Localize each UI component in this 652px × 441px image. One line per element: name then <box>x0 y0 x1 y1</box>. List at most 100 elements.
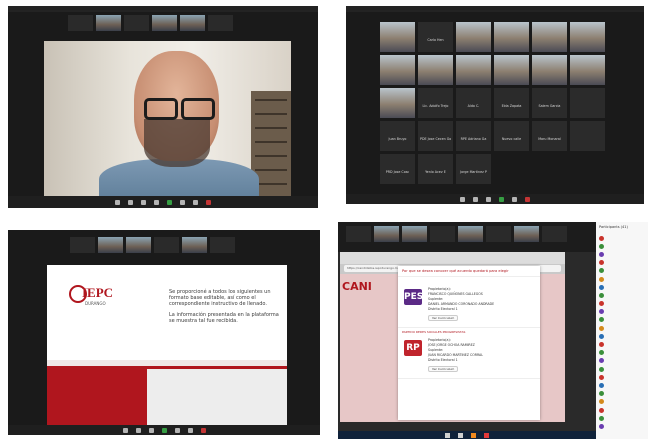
video-thumbnail[interactable] <box>96 15 121 31</box>
gallery-tile[interactable] <box>456 22 491 52</box>
participants-button[interactable] <box>148 427 154 433</box>
participant-item[interactable] <box>596 308 648 316</box>
participant-item[interactable] <box>596 357 648 365</box>
participant-avatar <box>599 399 604 405</box>
leave-button[interactable] <box>200 427 206 433</box>
gallery-tile[interactable]: RPE Adriano Ga <box>456 121 491 151</box>
video-thumbnail[interactable] <box>210 237 235 253</box>
gallery-tile[interactable]: Aldo C. <box>456 88 491 118</box>
mute-button[interactable] <box>445 432 450 438</box>
participant-item[interactable] <box>596 300 648 308</box>
participant-item[interactable] <box>596 332 648 340</box>
share-screen-button[interactable] <box>471 432 476 438</box>
participant-item[interactable] <box>596 324 648 332</box>
gallery-tile[interactable] <box>380 88 415 118</box>
participant-item[interactable] <box>596 283 648 291</box>
participant-item[interactable] <box>596 267 648 275</box>
participant-item[interactable] <box>596 381 648 389</box>
gallery-tile[interactable]: PDE Jose Cecen Go <box>418 121 453 151</box>
participant-item[interactable] <box>596 259 648 267</box>
participant-item[interactable] <box>596 365 648 373</box>
share-screen-button[interactable] <box>167 199 172 205</box>
participant-item[interactable] <box>596 242 648 250</box>
participant-item[interactable] <box>596 414 648 422</box>
video-thumbnail[interactable] <box>346 226 371 242</box>
gallery-tile[interactable] <box>570 88 605 118</box>
video-thumbnail[interactable] <box>154 237 179 253</box>
video-button[interactable] <box>473 196 478 202</box>
gallery-tile[interactable]: Nuevo calle <box>494 121 529 151</box>
participant-item[interactable] <box>596 390 648 398</box>
participant-item[interactable] <box>596 373 648 381</box>
chat-button[interactable] <box>180 199 185 205</box>
video-thumbnail[interactable] <box>458 226 483 242</box>
chat-button[interactable] <box>512 196 517 202</box>
video-thumbnail[interactable] <box>98 237 123 253</box>
gallery-tile[interactable]: Lic. Adolfo Trejo <box>418 88 453 118</box>
mute-button[interactable] <box>122 427 128 433</box>
gallery-tile[interactable] <box>570 22 605 52</box>
mute-button[interactable] <box>460 196 465 202</box>
participant-item[interactable] <box>596 422 648 430</box>
video-thumbnail[interactable] <box>514 226 539 242</box>
video-thumbnail[interactable] <box>180 15 205 31</box>
participant-item[interactable] <box>596 406 648 414</box>
curriculum-button[interactable]: Ver Curriculum <box>428 366 459 372</box>
participant-item[interactable] <box>596 349 648 357</box>
gallery-tile[interactable] <box>380 55 415 85</box>
video-thumbnail[interactable] <box>430 226 455 242</box>
share-screen-button[interactable] <box>499 196 504 202</box>
participant-item[interactable] <box>596 291 648 299</box>
video-thumbnail[interactable] <box>126 237 151 253</box>
video-thumbnail[interactable] <box>402 226 427 242</box>
video-thumbnail[interactable] <box>182 237 207 253</box>
participant-item[interactable] <box>596 398 648 406</box>
gallery-tile[interactable] <box>532 55 567 85</box>
participants-button[interactable] <box>154 199 159 205</box>
participant-item[interactable] <box>596 340 648 348</box>
leave-button[interactable] <box>484 432 489 438</box>
leave-button[interactable] <box>525 196 530 202</box>
participant-item[interactable] <box>596 316 648 324</box>
video-thumbnail[interactable] <box>70 237 95 253</box>
gallery-tile[interactable] <box>570 121 605 151</box>
gallery-tile[interactable] <box>380 22 415 52</box>
participant-item[interactable] <box>596 234 648 242</box>
gallery-tile[interactable]: Carlo Hen <box>418 22 453 52</box>
video-thumbnail[interactable] <box>542 226 567 242</box>
participant-item[interactable] <box>596 250 648 258</box>
video-thumbnail[interactable] <box>124 15 149 31</box>
security-button[interactable] <box>141 199 146 205</box>
chat-button[interactable] <box>174 427 180 433</box>
video-thumbnail[interactable] <box>68 15 93 31</box>
gallery-tile[interactable] <box>456 55 491 85</box>
record-button[interactable] <box>193 199 198 205</box>
gallery-tile[interactable] <box>532 22 567 52</box>
gallery-tile[interactable] <box>494 55 529 85</box>
participant-item[interactable] <box>596 275 648 283</box>
gallery-tile[interactable]: Salem Garcia <box>532 88 567 118</box>
gallery-tile[interactable]: Maru Monaral <box>532 121 567 151</box>
gallery-tile[interactable] <box>494 22 529 52</box>
video-thumbnail[interactable] <box>374 226 399 242</box>
gallery-tile[interactable] <box>570 55 605 85</box>
mute-button[interactable] <box>115 199 120 205</box>
gallery-tile[interactable] <box>418 55 453 85</box>
curriculum-button[interactable]: Ver Curriculum <box>428 315 459 321</box>
video-button[interactable] <box>128 199 133 205</box>
panel-browser-share: https://candidatos.iepcdurango.mx CANI P… <box>338 222 648 439</box>
gallery-tile[interactable]: PRD Jose Cosc <box>380 154 415 184</box>
video-button[interactable] <box>458 432 463 438</box>
gallery-tile[interactable]: Jorge Martinez P <box>456 154 491 184</box>
video-button[interactable] <box>135 427 141 433</box>
gallery-tile[interactable]: Yenlo Acev E <box>418 154 453 184</box>
leave-button[interactable] <box>206 199 211 205</box>
video-thumbnail[interactable] <box>208 15 233 31</box>
gallery-tile[interactable]: Elda Zapata <box>494 88 529 118</box>
record-button[interactable] <box>187 427 193 433</box>
gallery-tile[interactable]: Juan Bruyo <box>380 121 415 151</box>
share-screen-button[interactable] <box>161 427 167 433</box>
video-thumbnail[interactable] <box>486 226 511 242</box>
video-thumbnail[interactable] <box>152 15 177 31</box>
participants-button[interactable] <box>486 196 491 202</box>
